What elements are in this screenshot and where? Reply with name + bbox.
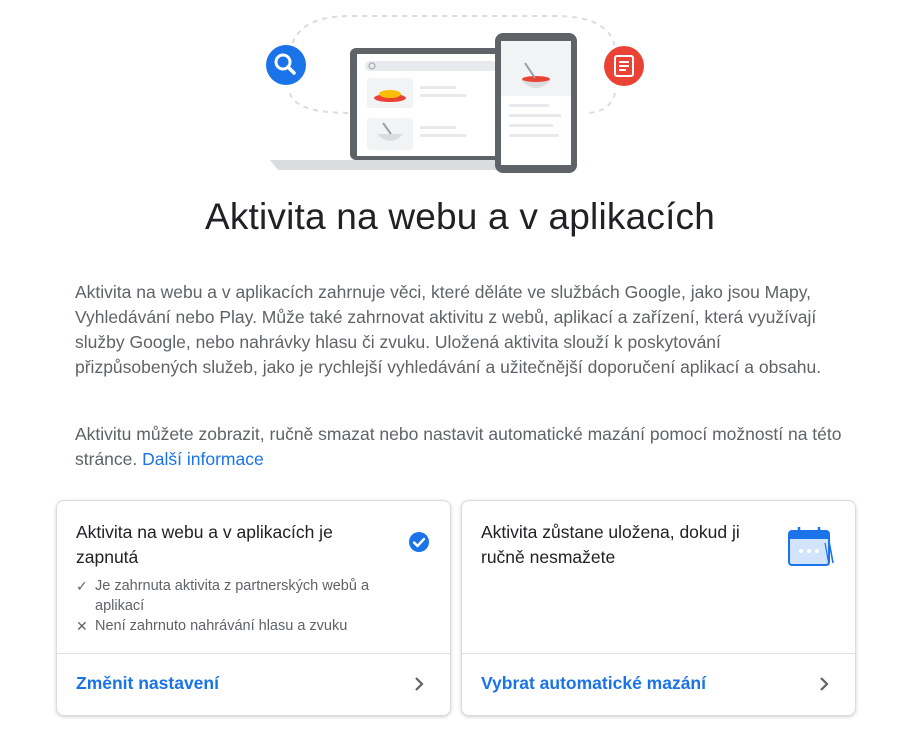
list-item-text: Není zahrnuto nahrávání hlasu a zvuku (95, 618, 348, 634)
calendar-icon (788, 527, 834, 566)
choose-auto-delete-button[interactable]: Vybrat automatické mazání (462, 653, 855, 715)
search-icon (266, 45, 306, 85)
list-item: ✕ Není zahrnuto nahrávání hlasu a zvuku (76, 616, 396, 636)
laptop-illustration (270, 48, 525, 170)
description-paragraph-1: Aktivita na webu a v aplikacích zahrnuje… (75, 282, 822, 377)
choose-auto-delete-label: Vybrat automatické mazání (481, 673, 706, 693)
more-info-link[interactable]: Další informace (142, 449, 264, 469)
auto-delete-title: Aktivita zůstane uložena, dokud ji ručně… (481, 522, 740, 567)
list-item: ✓ Je zahrnuta aktivita z partnerských we… (76, 576, 396, 616)
check-circle-icon (409, 532, 429, 552)
activity-status-list: ✓ Je zahrnuta aktivita z partnerských we… (76, 576, 396, 636)
chevron-right-icon (820, 677, 829, 691)
change-settings-label: Změnit nastavení (76, 673, 219, 693)
article-icon (604, 46, 644, 86)
phone-illustration (495, 33, 577, 173)
list-item-text: Je zahrnuta aktivita z partnerských webů… (95, 578, 370, 614)
hero-illustration (266, 15, 644, 173)
activity-status-title: Aktivita na webu a v aplikacích je zapnu… (76, 522, 333, 567)
change-settings-button[interactable]: Změnit nastavení (57, 653, 450, 715)
description-paragraph-2: Aktivitu můžete zobrazit, ručně smazat n… (75, 422, 845, 472)
chevron-right-icon (415, 677, 424, 691)
auto-delete-card: Aktivita zůstane uložena, dokud ji ručně… (461, 500, 856, 716)
page-title: Aktivita na webu a v aplikacích (204, 196, 716, 237)
check-icon: ✓ (76, 578, 88, 594)
close-icon: ✕ (76, 618, 88, 634)
activity-status-card: Aktivita na webu a v aplikacích je zapnu… (56, 500, 451, 716)
